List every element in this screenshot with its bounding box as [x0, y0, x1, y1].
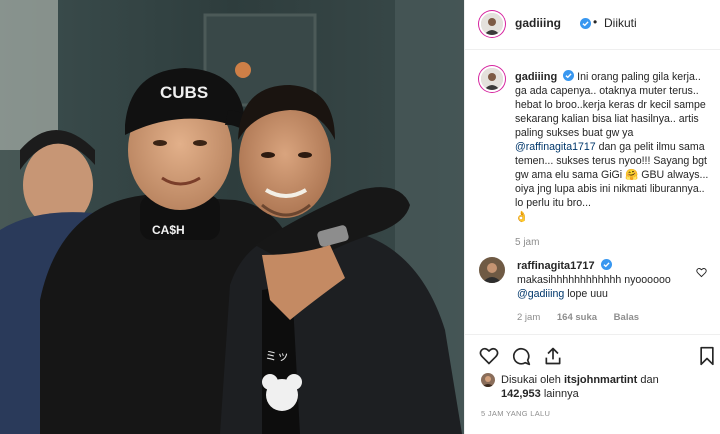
author-username[interactable]: gadiiing: [515, 16, 561, 30]
commenter-avatar[interactable]: [479, 257, 505, 283]
heart-icon[interactable]: [479, 346, 499, 366]
verified-icon: [600, 259, 612, 270]
verified-icon: [580, 18, 591, 29]
comment-item: raffinagita1717 makasihhhhhhhhhhhh nyooo…: [465, 255, 720, 325]
share-icon[interactable]: [543, 346, 563, 366]
caption-username[interactable]: gadiiing: [515, 71, 557, 83]
post-photo[interactable]: CA$H CUBS ミッ: [0, 0, 464, 434]
ok-hand-emoji: 👌: [515, 211, 529, 223]
caption-mention-link[interactable]: @raffinagita1717: [515, 141, 596, 153]
post-header: gadiiing • Diikuti: [465, 0, 720, 50]
comment-text: raffinagita1717 makasihhhhhhhhhhhh nyooo…: [517, 259, 695, 301]
reply-button[interactable]: Balas: [614, 312, 639, 323]
caption-text: gadiiing Ini orang paling gila kerja.. g…: [515, 70, 711, 224]
avatar-image: [481, 13, 503, 35]
post-timestamp: 5 JAM YANG LALU: [481, 409, 551, 418]
avatar-image: [479, 257, 505, 283]
heart-small-icon[interactable]: [696, 267, 707, 278]
follow-status-button[interactable]: Diikuti: [604, 16, 637, 30]
cap-print: CUBS: [160, 83, 208, 102]
verified-icon: [563, 70, 575, 81]
photo-illustration: CA$H CUBS ミッ: [0, 0, 464, 434]
likes-prefix: Disukai oleh: [501, 374, 564, 386]
comment-likes-count[interactable]: 164 suka: [557, 312, 597, 323]
likes-line-1: Disukai oleh itsjohnmartint dan: [501, 373, 659, 388]
action-bar: Disukai oleh itsjohnmartint dan 142,953 …: [465, 334, 720, 434]
commenter-username[interactable]: raffinagita1717: [517, 260, 595, 272]
caption-avatar[interactable]: [479, 66, 505, 92]
comment-mention-link[interactable]: @gadiiing: [517, 288, 564, 300]
likes-line-2: 142,953 lainnya: [501, 387, 579, 402]
header-dot: •: [593, 15, 598, 29]
hug-emoji: 🤗: [625, 169, 639, 181]
collar-print: CA$H: [152, 223, 185, 237]
comment-body: makasihhhhhhhhhhhh nyoooooo: [517, 274, 671, 286]
likes-conj: dan: [637, 374, 659, 386]
comment-icon[interactable]: [511, 346, 531, 366]
avatar-image: [482, 376, 494, 387]
liker-username[interactable]: itsjohnmartint: [564, 374, 637, 386]
avatar-image: [481, 68, 503, 90]
comment-body-2: lope uuu: [564, 288, 608, 300]
comment-meta: 2 jam 164 suka Balas: [517, 312, 653, 323]
comment-timestamp: 2 jam: [517, 312, 541, 323]
author-avatar[interactable]: [479, 11, 505, 37]
svg-text:ミッ: ミッ: [265, 349, 289, 363]
likes-count[interactable]: 142,953: [501, 388, 541, 400]
post-side-panel: gadiiing • Diikuti gadiiing Ini orang pa…: [464, 0, 720, 434]
liker-avatar[interactable]: [481, 373, 495, 387]
bookmark-icon[interactable]: [697, 346, 717, 366]
likes-suffix[interactable]: lainnya: [541, 388, 579, 400]
caption-timestamp: 5 jam: [515, 237, 540, 248]
